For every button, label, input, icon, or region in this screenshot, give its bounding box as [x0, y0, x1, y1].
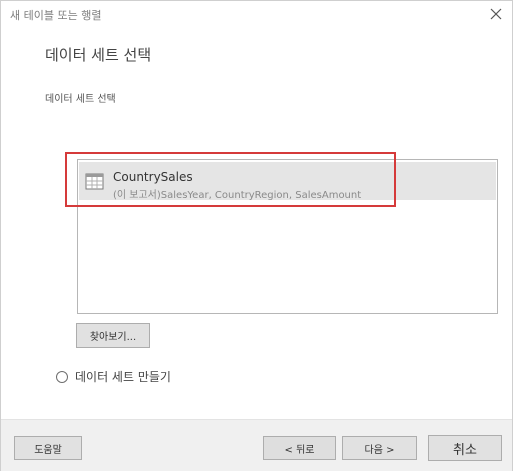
dataset-section-label: 데이터 세트 선택 — [45, 94, 116, 105]
create-dataset-radio[interactable] — [56, 370, 68, 383]
dialog-footer: 도움말 < 뒤로 다음 > 취소 — [1, 419, 512, 471]
close-icon — [490, 8, 502, 20]
create-dataset-label: 데이터 세트 만들기 — [75, 370, 171, 384]
close-button[interactable] — [489, 7, 503, 21]
dialog-window: 새 테이블 또는 행렬 데이터 세트 선택 데이터 세트 선택 CountryS… — [0, 0, 513, 471]
next-button[interactable]: 다음 > — [342, 436, 417, 460]
page-heading: 데이터 세트 선택 — [45, 46, 152, 64]
browse-button[interactable]: 찾아보기... — [76, 323, 150, 348]
help-button[interactable]: 도움말 — [14, 436, 82, 460]
cancel-button[interactable]: 취소 — [428, 435, 502, 461]
back-button[interactable]: < 뒤로 — [263, 436, 336, 460]
create-dataset-option[interactable]: 데이터 세트 만들기 — [56, 368, 171, 385]
dialog-title: 새 테이블 또는 행렬 — [10, 9, 102, 22]
selection-highlight-box — [65, 152, 396, 207]
title-bar: 새 테이블 또는 행렬 — [1, 1, 512, 29]
